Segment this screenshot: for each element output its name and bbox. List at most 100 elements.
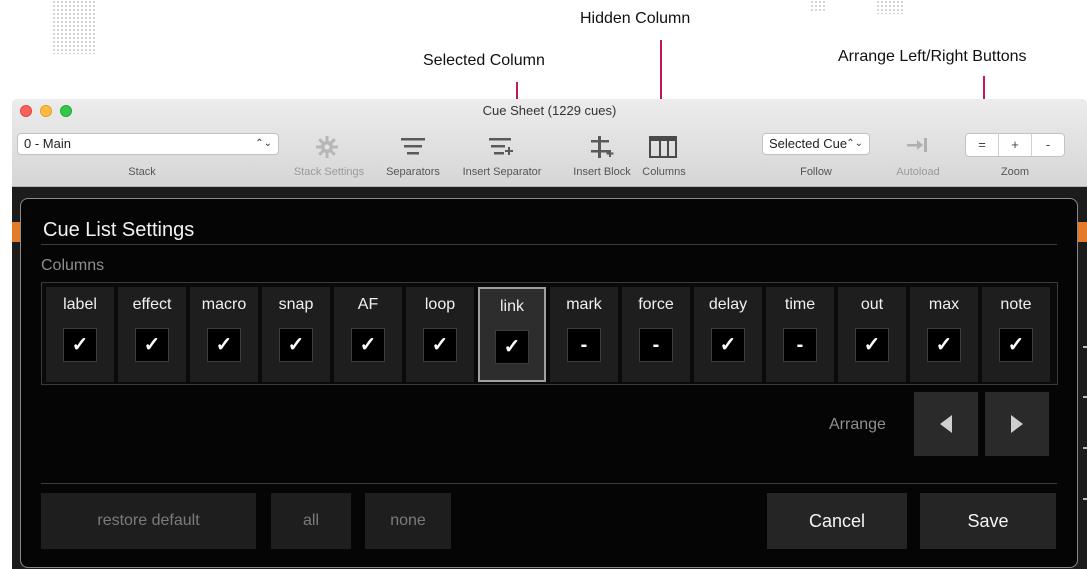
arrange-left-button[interactable] <box>914 392 978 456</box>
column-item-note[interactable]: note ✓ <box>982 287 1050 382</box>
stack-select-value: 0 - Main <box>24 136 71 151</box>
zoom-label: Zoom <box>1000 166 1030 178</box>
column-visibility-checkbox[interactable]: ✓ <box>135 328 169 362</box>
row-marker <box>1083 396 1087 398</box>
zoom-control: = + - <box>965 133 1065 157</box>
column-visibility-checkbox[interactable]: ✓ <box>927 328 961 362</box>
gear-icon <box>316 136 338 158</box>
decorative-dots <box>876 0 904 14</box>
chevron-updown-icon: ⌃⌄ <box>846 138 863 149</box>
window-toolbar: Cue Sheet (1229 cues) 0 - Main ⌃⌄ Stack … <box>12 99 1087 187</box>
zoom-fit-button[interactable]: = <box>966 134 999 156</box>
arrange-right-button[interactable] <box>985 392 1049 456</box>
arrow-right-icon <box>1011 415 1023 433</box>
column-name: loop <box>424 296 456 313</box>
column-item-link-selected[interactable]: link ✓ <box>478 287 546 382</box>
cancel-button[interactable]: Cancel <box>767 493 907 549</box>
arrow-left-icon <box>940 415 952 433</box>
annotation-hidden-column: Hidden Column <box>580 10 691 27</box>
stack-label: Stack <box>128 166 156 178</box>
column-item-macro[interactable]: macro ✓ <box>190 287 258 382</box>
columns-icon <box>649 136 677 158</box>
column-name: max <box>928 296 960 313</box>
column-name: note <box>1000 296 1032 313</box>
column-item-delay[interactable]: delay ✓ <box>694 287 762 382</box>
column-visibility-checkbox[interactable]: - <box>567 328 601 362</box>
columns-section-label: Columns <box>41 257 105 274</box>
divider <box>41 483 1057 484</box>
column-visibility-checkbox[interactable]: - <box>639 328 673 362</box>
column-name: force <box>638 296 674 313</box>
select-none-button[interactable]: none <box>365 493 451 549</box>
autoload-label: Autoload <box>896 166 940 178</box>
column-name: macro <box>201 296 247 313</box>
column-name: effect <box>132 296 172 313</box>
window-title: Cue Sheet (1229 cues) <box>482 103 617 118</box>
row-marker <box>1083 346 1087 348</box>
insert-separator-icon <box>489 138 513 155</box>
restore-default-button[interactable]: restore default <box>41 493 256 549</box>
column-item-loop[interactable]: loop ✓ <box>406 287 474 382</box>
column-name: label <box>63 296 97 313</box>
separators-label: Separators <box>386 166 440 178</box>
column-name: time <box>784 296 816 313</box>
column-name: snap <box>278 296 314 313</box>
column-item-label[interactable]: label ✓ <box>46 287 114 382</box>
column-visibility-checkbox[interactable]: ✓ <box>855 328 889 362</box>
annotation-arrange-buttons: Arrange Left/Right Buttons <box>838 48 1027 65</box>
stack-select[interactable]: 0 - Main ⌃⌄ <box>17 133 279 155</box>
column-name: AF <box>357 296 379 313</box>
column-item-time[interactable]: time - <box>766 287 834 382</box>
column-visibility-checkbox[interactable]: ✓ <box>999 328 1033 362</box>
column-visibility-checkbox[interactable]: ✓ <box>207 328 241 362</box>
insert-block-button[interactable] <box>587 135 617 159</box>
stack-settings-label: Stack Settings <box>293 166 365 178</box>
columns-button[interactable] <box>648 135 678 159</box>
select-all-button[interactable]: all <box>271 493 351 549</box>
insert-block-label: Insert Block <box>573 166 631 178</box>
stack-settings-button[interactable] <box>312 135 342 159</box>
row-marker <box>1083 498 1087 500</box>
column-visibility-checkbox[interactable]: ✓ <box>351 328 385 362</box>
separators-button[interactable] <box>398 135 428 159</box>
cue-list-settings-dialog: Cue List Settings Columns label ✓ effect… <box>20 198 1078 568</box>
divider <box>41 244 1057 245</box>
arrange-label: Arrange <box>829 416 886 433</box>
column-item-out[interactable]: out ✓ <box>838 287 906 382</box>
columns-label: Columns <box>642 166 686 178</box>
row-marker <box>1083 447 1087 449</box>
zoom-out-button[interactable]: - <box>1032 134 1064 156</box>
zoom-in-button[interactable]: + <box>999 134 1032 156</box>
decorative-dots <box>810 0 826 12</box>
column-visibility-checkbox[interactable]: - <box>783 328 817 362</box>
column-item-effect[interactable]: effect ✓ <box>118 287 186 382</box>
column-item-force[interactable]: force - <box>622 287 690 382</box>
dialog-title: Cue List Settings <box>43 219 195 241</box>
separators-icon <box>401 138 425 155</box>
insert-separator-button[interactable] <box>485 135 519 159</box>
annotation-selected-column: Selected Column <box>423 52 545 69</box>
column-name: out <box>860 296 884 313</box>
column-visibility-checkbox[interactable]: ✓ <box>495 330 529 364</box>
column-visibility-checkbox[interactable]: ✓ <box>63 328 97 362</box>
column-item-af[interactable]: AF ✓ <box>334 287 402 382</box>
column-visibility-checkbox[interactable]: ✓ <box>711 328 745 362</box>
column-item-max[interactable]: max ✓ <box>910 287 978 382</box>
insert-block-icon <box>591 136 614 158</box>
column-visibility-checkbox[interactable]: ✓ <box>423 328 457 362</box>
insert-separator-label: Insert Separator <box>462 166 542 178</box>
column-item-snap[interactable]: snap ✓ <box>262 287 330 382</box>
follow-select-value: Selected Cue <box>769 136 848 151</box>
follow-label: Follow <box>800 166 832 178</box>
chevron-updown-icon: ⌃⌄ <box>255 138 272 149</box>
column-list: label ✓ effect ✓ macro ✓ snap ✓ AF ✓ loo… <box>41 282 1058 385</box>
column-name: link <box>499 298 524 315</box>
autoload-icon <box>907 138 927 152</box>
column-visibility-checkbox[interactable]: ✓ <box>279 328 313 362</box>
follow-select[interactable]: Selected Cue ⌃⌄ <box>762 133 870 155</box>
column-name: delay <box>708 296 748 313</box>
autoload-button[interactable] <box>904 135 932 159</box>
decorative-dots <box>52 0 96 54</box>
column-item-mark[interactable]: mark - <box>550 287 618 382</box>
save-button[interactable]: Save <box>920 493 1056 549</box>
